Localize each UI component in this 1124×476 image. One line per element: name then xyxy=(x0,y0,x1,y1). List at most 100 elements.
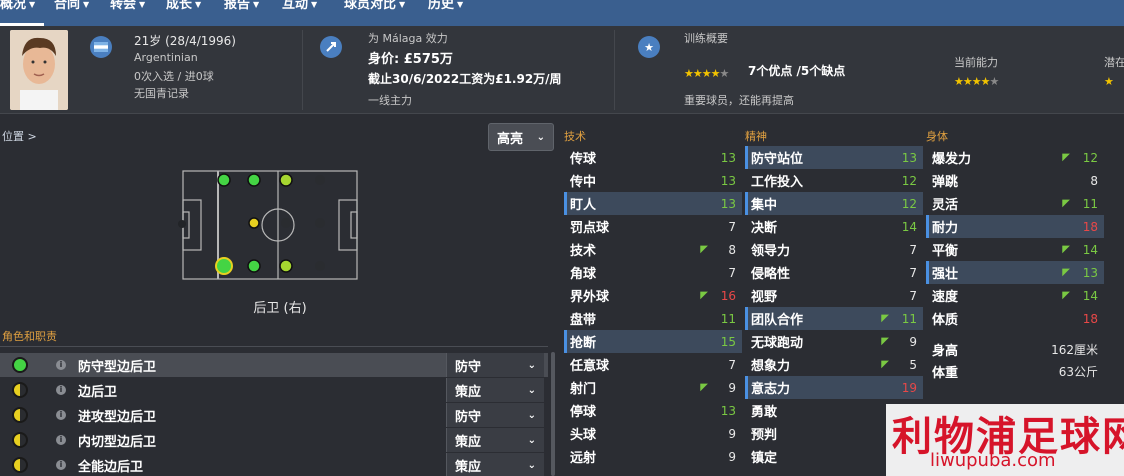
attribute-row[interactable]: 技术 ◤ 8 xyxy=(564,238,742,261)
attribute-row[interactable]: 抢断 15 xyxy=(564,330,742,353)
training-summary: 7个优点 /5个缺点 xyxy=(748,64,846,78)
duty-value: 防守 xyxy=(455,409,482,425)
attribute-row[interactable]: 弹跳 8 xyxy=(926,169,1104,192)
tab-interaction[interactable]: 互动 ▼ xyxy=(282,0,336,26)
attribute-name: 无球跑动 xyxy=(751,336,804,351)
positions-link[interactable]: 位置 > xyxy=(2,128,37,144)
training-title: 训练概要 xyxy=(684,32,728,45)
attribute-name: 罚点球 xyxy=(570,221,610,236)
tab-overview[interactable]: 概况 ▼ xyxy=(0,0,44,26)
attribute-row[interactable]: 防守站位 13 xyxy=(745,146,923,169)
attribute-row[interactable]: 意志力 19 xyxy=(745,376,923,399)
attribute-row[interactable]: 射门 ◤ 9 xyxy=(564,376,742,399)
duty-dropdown[interactable]: 策应 ⌄ xyxy=(446,453,544,476)
tab-reports[interactable]: 报告 ▼ xyxy=(224,0,278,26)
attribute-row[interactable]: 停球 13 xyxy=(564,399,742,422)
attribute-row[interactable]: 平衡 ◤ 14 xyxy=(926,238,1104,261)
duty-dropdown[interactable]: 防守 ⌄ xyxy=(446,353,544,377)
attribute-row[interactable]: 传球 13 xyxy=(564,146,742,169)
info-icon[interactable]: i xyxy=(56,460,66,470)
attribute-row[interactable]: 侵略性 7 xyxy=(745,261,923,284)
duty-value: 防守 xyxy=(455,359,482,375)
duty-value: 策应 xyxy=(455,459,482,475)
info-icon[interactable]: i xyxy=(56,435,66,445)
role-row[interactable]: i 全能边后卫 策应 ⌄ xyxy=(0,453,548,476)
role-row[interactable]: i 边后卫 策应 ⌄ xyxy=(0,378,548,402)
attribute-value: 12 xyxy=(1082,150,1098,165)
attribute-row[interactable]: 体质 18 xyxy=(926,307,1104,330)
attribute-row[interactable]: 盯人 13 xyxy=(564,192,742,215)
tab-label: 报告 xyxy=(224,0,251,12)
role-row[interactable]: i 内切型边后卫 策应 ⌄ xyxy=(0,428,548,452)
position-dot xyxy=(178,220,186,228)
trend-arrow-icon: ◤ xyxy=(1062,267,1070,278)
info-icon[interactable]: i xyxy=(56,385,66,395)
chevron-down-icon: ⌄ xyxy=(536,131,545,143)
attribute-row[interactable]: 决断 14 xyxy=(745,215,923,238)
chevron-down-icon: ▼ xyxy=(253,0,260,9)
attribute-row[interactable]: 罚点球 7 xyxy=(564,215,742,238)
attribute-value: 13 xyxy=(901,150,917,165)
tab-transfer[interactable]: 转会 ▼ xyxy=(110,0,162,26)
player-nationality: Argentinian xyxy=(134,51,198,64)
attribute-name: 视野 xyxy=(751,290,778,305)
attribute-row[interactable]: 工作投入 12 xyxy=(745,169,923,192)
position-label: 后卫 (右) xyxy=(253,301,307,316)
tab-compare[interactable]: 球员对比 ▼ xyxy=(344,0,424,26)
weight-row: 体重 63公斤 xyxy=(926,360,1104,383)
attribute-row[interactable]: 视野 7 xyxy=(745,284,923,307)
attribute-name: 盯人 xyxy=(570,198,597,213)
tab-contract[interactable]: 合同 ▼ xyxy=(54,0,106,26)
attribute-value: 7 xyxy=(909,288,917,303)
role-row[interactable]: i 进攻型边后卫 防守 ⌄ xyxy=(0,403,548,427)
attribute-row[interactable]: 强壮 ◤ 13 xyxy=(926,261,1104,284)
tab-development[interactable]: 成长 ▼ xyxy=(166,0,220,26)
trend-arrow-icon: ◤ xyxy=(1062,244,1070,255)
training-stars: ★★★★★ xyxy=(684,67,729,80)
attribute-row[interactable]: 灵活 ◤ 11 xyxy=(926,192,1104,215)
info-icon[interactable]: i xyxy=(56,410,66,420)
tab-history[interactable]: 历史 ▼ xyxy=(428,0,482,26)
attribute-name: 射门 xyxy=(570,382,597,397)
club-line[interactable]: 为 Málaga 效力 xyxy=(368,30,448,46)
divider xyxy=(302,30,303,110)
attribute-row[interactable]: 速度 ◤ 14 xyxy=(926,284,1104,307)
duty-dropdown[interactable]: 防守 ⌄ xyxy=(446,403,544,427)
attribute-row[interactable]: 远射 9 xyxy=(564,445,742,468)
duty-dropdown[interactable]: 策应 ⌄ xyxy=(446,428,544,452)
physical-title: 身体 xyxy=(926,130,948,143)
info-icon[interactable]: i xyxy=(56,360,66,370)
player-contract: 截止30/6/2022工资为£1.92万/周 xyxy=(368,72,562,86)
attribute-value: 12 xyxy=(901,196,917,211)
position-dots xyxy=(215,173,325,275)
attribute-row[interactable]: 耐力 18 xyxy=(926,215,1104,238)
attribute-row[interactable]: 爆发力 ◤ 12 xyxy=(926,146,1104,169)
role-name: 全能边后卫 xyxy=(78,459,144,475)
attribute-row[interactable]: 领导力 7 xyxy=(745,238,923,261)
attribute-row[interactable]: 想象力 ◤ 5 xyxy=(745,353,923,376)
potential-stars: ★ xyxy=(1104,75,1114,88)
dropdown-value: 高亮 xyxy=(497,131,524,147)
duty-dropdown[interactable]: 策应 ⌄ xyxy=(446,378,544,402)
attribute-row[interactable]: 头球 9 xyxy=(564,422,742,445)
attribute-name: 团队合作 xyxy=(751,313,804,328)
attribute-row[interactable]: 传中 13 xyxy=(564,169,742,192)
attribute-row[interactable]: 盘带 11 xyxy=(564,307,742,330)
attribute-row[interactable]: 角球 7 xyxy=(564,261,742,284)
highlight-dropdown[interactable]: 高亮 ⌄ xyxy=(488,123,554,151)
attribute-row[interactable]: 团队合作 ◤ 11 xyxy=(745,307,923,330)
attribute-row[interactable]: 集中 12 xyxy=(745,192,923,215)
chevron-down-icon: ▼ xyxy=(457,0,464,9)
attribute-row[interactable]: 界外球 ◤ 16 xyxy=(564,284,742,307)
player-youth: 无国青记录 xyxy=(134,87,189,100)
role-row[interactable]: i 防守型边后卫 防守 ⌄ xyxy=(0,353,548,377)
scrollbar[interactable] xyxy=(551,352,555,476)
tab-label: 合同 xyxy=(54,0,81,12)
avatar[interactable] xyxy=(10,30,68,110)
attribute-name: 领导力 xyxy=(751,244,791,259)
chevron-down-icon: ▼ xyxy=(139,0,146,9)
attribute-row[interactable]: 任意球 7 xyxy=(564,353,742,376)
attribute-value: 13 xyxy=(720,196,736,211)
attribute-value: 14 xyxy=(901,219,917,234)
attribute-row[interactable]: 无球跑动 ◤ 9 xyxy=(745,330,923,353)
